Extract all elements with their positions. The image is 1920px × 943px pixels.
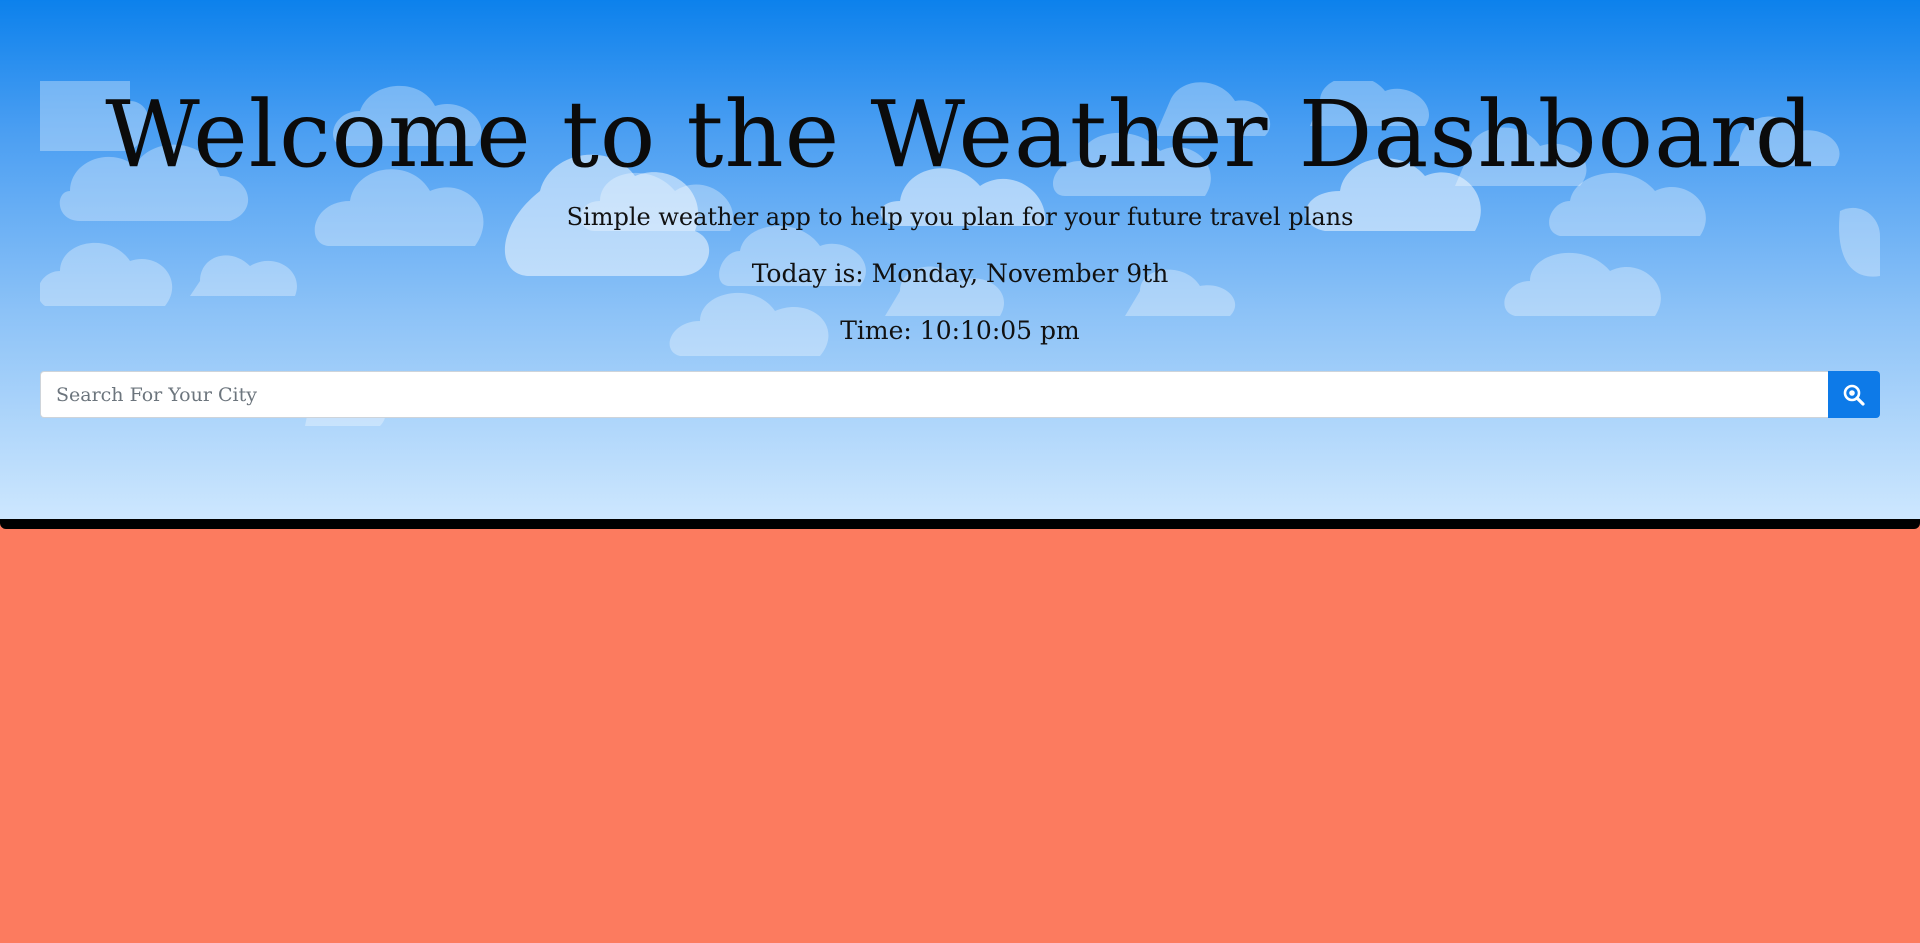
page-subtitle: Simple weather app to help you plan for … [566,203,1354,231]
current-time: Time: 10:10:05 pm [840,316,1080,345]
current-date: Today is: Monday, November 9th [751,259,1169,288]
page-title: Welcome to the Weather Dashboard [105,81,1815,188]
search-icon [1843,384,1865,406]
hero-banner: Welcome to the Weather Dashboard Simple … [0,0,1920,529]
search-button[interactable] [1828,371,1880,418]
search-bar [40,371,1880,418]
search-input[interactable] [40,371,1828,418]
